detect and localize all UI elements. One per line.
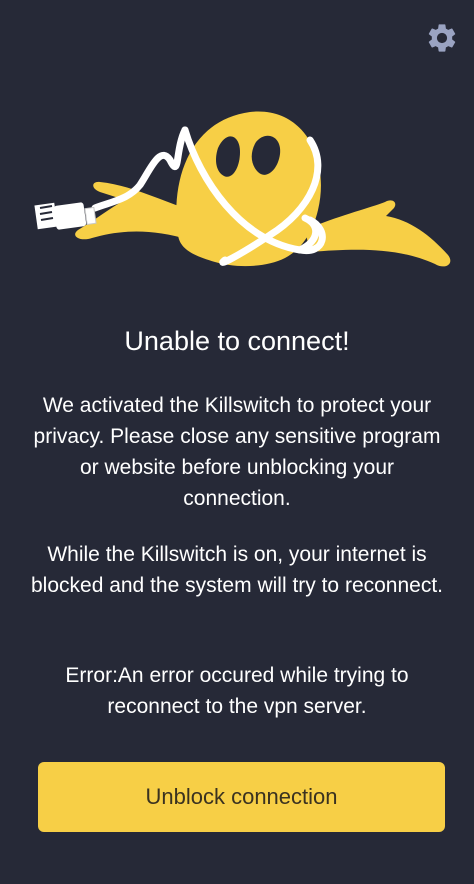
error-message: Error:An error occured while trying to r…	[65, 664, 409, 718]
error-title: Unable to connect!	[124, 326, 350, 356]
killswitch-info-text: We activated the Killswitch to protect y…	[33, 394, 441, 510]
ghost-illustration	[34, 111, 451, 267]
ghost-body	[176, 111, 321, 267]
unblock-connection-button[interactable]: Unblock connection	[38, 762, 445, 832]
settings-button[interactable]	[422, 18, 462, 58]
gear-icon	[428, 24, 456, 52]
killswitch-status-text: While the Killswitch is on, your interne…	[30, 543, 444, 597]
ghost-right-arm	[305, 200, 451, 267]
